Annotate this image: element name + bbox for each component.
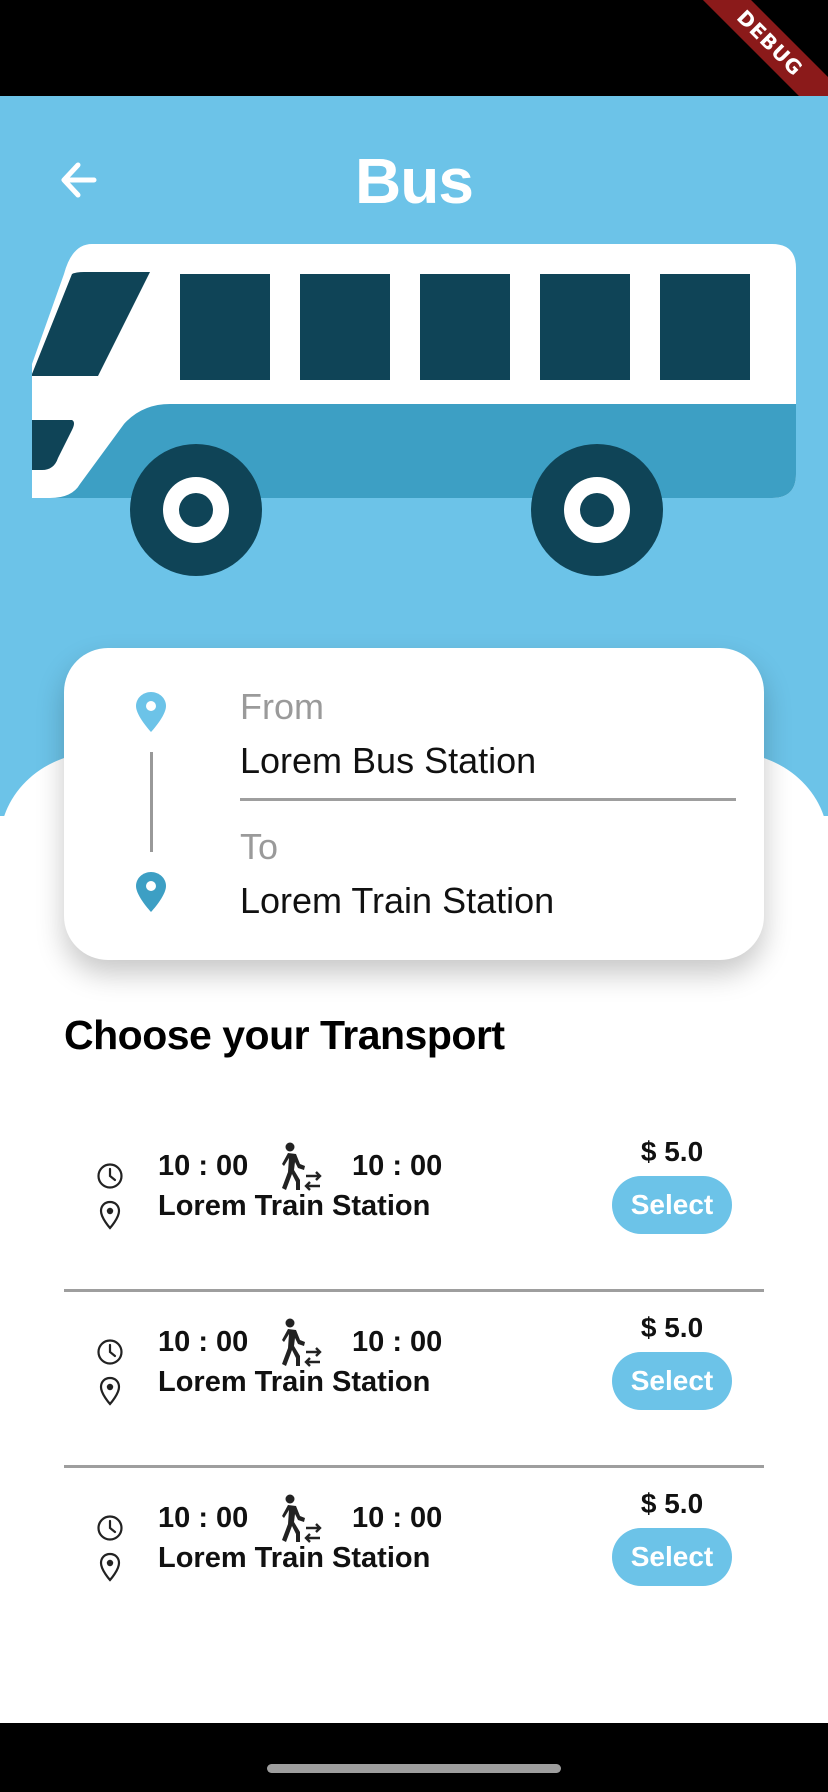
destination-pin-icon [136,872,166,912]
arrival-time: 10 : 00 [352,1150,443,1182]
home-indicator[interactable] [267,1764,561,1773]
route-connector [150,752,153,852]
origin-pin-icon [136,692,166,732]
app-screen: Bus From Lorem Bus Station To Lorem Trai… [0,96,828,1723]
transport-item: 10 : 00 10 : 00 Lorem Train Station $ 5.… [64,1292,764,1468]
clock-icon [97,1339,123,1365]
from-label: From [240,686,324,727]
select-button[interactable]: Select [612,1176,732,1234]
walk-transfer-icon [282,1142,322,1191]
station-name: Lorem Train Station [158,1366,431,1398]
departure-time: 10 : 00 [158,1502,249,1534]
select-button[interactable]: Select [612,1352,732,1410]
transport-list: 10 : 00 10 : 00 Lorem Train Station $ 5.… [64,1116,764,1644]
page-title: Bus [355,145,474,217]
field-divider [240,798,736,801]
departure-time: 10 : 00 [158,1326,249,1358]
station-name: Lorem Train Station [158,1542,431,1574]
departure-time: 10 : 00 [158,1150,249,1182]
bus-illustration [32,244,796,576]
select-button[interactable]: Select [612,1528,732,1586]
walk-transfer-icon [282,1494,322,1543]
arrival-time: 10 : 00 [352,1326,443,1358]
station-name: Lorem Train Station [158,1190,431,1222]
section-title: Choose your Transport [64,1012,505,1058]
location-pin-icon [99,1200,121,1230]
to-label: To [240,826,279,867]
clock-icon [97,1515,123,1541]
price-label: $ 5.0 [640,1312,704,1343]
price-label: $ 5.0 [640,1136,704,1167]
location-pin-icon [99,1376,121,1406]
to-field[interactable]: Lorem Train Station [240,880,554,922]
walk-transfer-icon [282,1318,322,1367]
price-label: $ 5.0 [640,1488,704,1519]
arrival-time: 10 : 00 [352,1502,443,1534]
clock-icon [97,1163,123,1189]
from-field[interactable]: Lorem Bus Station [240,740,536,782]
transport-item: 10 : 00 10 : 00 Lorem Train Station $ 5.… [64,1468,764,1644]
location-pin-icon [99,1552,121,1582]
status-bar: DEBUG [0,0,828,126]
route-card: From Lorem Bus Station To Lorem Train St… [64,648,764,960]
transport-item: 10 : 00 10 : 00 Lorem Train Station $ 5.… [64,1116,764,1292]
system-nav-bar [0,1723,828,1792]
